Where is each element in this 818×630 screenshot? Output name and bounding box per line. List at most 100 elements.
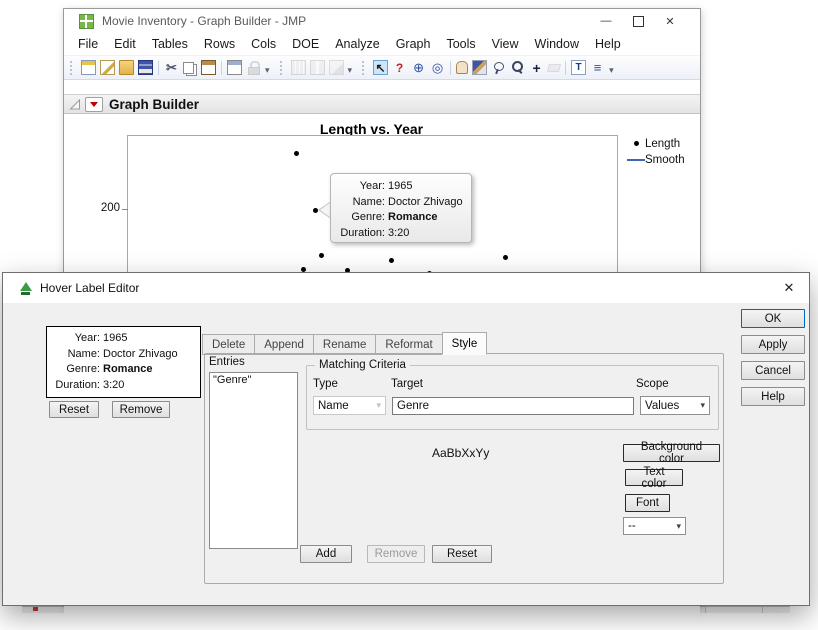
- cut-icon[interactable]: ✂: [164, 60, 179, 75]
- menu-analyze[interactable]: Analyze: [327, 35, 387, 53]
- red-triangle-icon: [90, 102, 98, 107]
- disclosure-triangle-icon[interactable]: [69, 98, 81, 111]
- journal-window-icon[interactable]: [227, 60, 242, 75]
- copy-icon[interactable]: [183, 62, 194, 74]
- hover-label-value: 1965: [103, 331, 200, 347]
- scope-dropdown[interactable]: Values▾: [640, 396, 710, 415]
- menu-rows[interactable]: Rows: [196, 35, 243, 53]
- new-journal-icon[interactable]: [100, 60, 115, 75]
- type-label: Type: [313, 378, 338, 390]
- type-dropdown[interactable]: Name▾: [313, 396, 386, 415]
- menu-view[interactable]: View: [484, 35, 527, 53]
- style-extra-dropdown[interactable]: --▾: [623, 517, 686, 535]
- mover-icon[interactable]: ⊕: [411, 60, 426, 75]
- paste-icon[interactable]: [201, 60, 216, 75]
- magnifier-icon[interactable]: [510, 60, 525, 75]
- menu-window[interactable]: Window: [527, 35, 587, 53]
- hover-label-row: Name:Doctor Zhivago: [331, 195, 471, 211]
- menu-bar: FileEditTablesRowsColsDOEAnalyzeGraphToo…: [64, 33, 700, 55]
- toolbar-overflow-icon[interactable]: ▾: [609, 65, 614, 75]
- hover-label-preview: Year:1965Name:Doctor ZhivagoGenre:Romanc…: [46, 326, 201, 398]
- save-icon[interactable]: [138, 60, 153, 75]
- background-color-button[interactable]: Background color: [623, 444, 720, 462]
- menu-graph[interactable]: Graph: [388, 35, 439, 53]
- toolbar-overflow-icon[interactable]: ▾: [265, 65, 270, 75]
- minimize-button[interactable]: —: [590, 9, 622, 33]
- legend-item-smooth: Smooth: [627, 152, 685, 167]
- maximize-button[interactable]: [622, 9, 654, 33]
- menu-doe[interactable]: DOE: [284, 35, 327, 53]
- target-input[interactable]: Genre: [392, 397, 634, 415]
- add-entry-button[interactable]: Add: [300, 545, 352, 563]
- toolbar-group: ▾: [278, 60, 355, 75]
- brush-icon[interactable]: [472, 60, 487, 75]
- arrow-cursor-icon[interactable]: ↖: [373, 60, 388, 75]
- style-tab-panel: Entries "Genre" Matching Criteria Type N…: [204, 353, 724, 584]
- eraser-icon[interactable]: [547, 64, 561, 72]
- remove-entry-button[interactable]: Remove: [367, 545, 425, 563]
- tab-style[interactable]: Style: [442, 332, 488, 355]
- preview-remove-button[interactable]: Remove: [112, 401, 170, 418]
- apply-button[interactable]: Apply: [741, 335, 805, 354]
- data-grid-icon[interactable]: [291, 60, 306, 75]
- lock-icon[interactable]: [246, 60, 261, 75]
- outline-header[interactable]: Graph Builder: [64, 94, 700, 114]
- new-data-table-icon[interactable]: [81, 60, 96, 75]
- help-button[interactable]: Help: [741, 387, 805, 406]
- hover-label-value: Doctor Zhivago: [388, 195, 471, 211]
- hover-label-value: 3:20: [103, 378, 200, 394]
- hover-label-value: 3:20: [388, 226, 471, 242]
- close-button[interactable]: ✕: [654, 9, 686, 33]
- hover-label-key: Duration:: [331, 226, 388, 242]
- tab-rename[interactable]: Rename: [313, 334, 375, 355]
- tab-append[interactable]: Append: [254, 334, 313, 355]
- legend-label: Smooth: [645, 154, 685, 166]
- tab-reformat[interactable]: Reformat: [375, 334, 441, 355]
- data-point[interactable]: [294, 151, 299, 156]
- hover-label-value: Romance: [388, 210, 471, 226]
- hover-label-value: Romance: [103, 362, 200, 378]
- menu-file[interactable]: File: [70, 35, 106, 53]
- data-point[interactable]: [319, 253, 324, 258]
- cancel-button[interactable]: Cancel: [741, 361, 805, 380]
- preview-reset-button[interactable]: Reset: [49, 401, 99, 418]
- menu-help[interactable]: Help: [587, 35, 629, 53]
- font-button[interactable]: Font: [625, 494, 670, 512]
- line-annotation-icon[interactable]: ≡: [590, 60, 605, 75]
- crosshair-target-icon[interactable]: ◎: [430, 60, 445, 75]
- toolbar-grip-handle[interactable]: [280, 61, 285, 75]
- outline-menu-button[interactable]: [85, 97, 103, 112]
- add-plus-icon[interactable]: +: [529, 60, 544, 75]
- move-columns-icon[interactable]: [310, 60, 325, 75]
- background-window-icon: [33, 607, 38, 611]
- matching-criteria-groupbox: Matching Criteria Type Name▾ Target Genr…: [306, 365, 719, 430]
- dialog-close-button[interactable]: ✕: [779, 279, 799, 297]
- legend-item-length: Length: [627, 136, 685, 151]
- hover-label-key: Genre:: [47, 362, 103, 378]
- reset-entry-button[interactable]: Reset: [432, 545, 492, 563]
- hover-label-value: Doctor Zhivago: [103, 347, 200, 363]
- hand-grab-icon[interactable]: [456, 61, 468, 74]
- jmp-logo-icon: [79, 14, 94, 29]
- text-annotation-icon[interactable]: T: [571, 60, 586, 75]
- data-point[interactable]: [503, 255, 508, 260]
- ok-button[interactable]: OK: [741, 309, 805, 328]
- menu-tools[interactable]: Tools: [438, 35, 483, 53]
- help-icon[interactable]: ?: [392, 60, 407, 75]
- lasso-icon[interactable]: [491, 60, 506, 75]
- add-graph-icon[interactable]: [329, 60, 344, 75]
- toolbar-overflow-icon[interactable]: ▾: [348, 65, 353, 75]
- tab-delete[interactable]: Delete: [202, 334, 254, 355]
- menu-cols[interactable]: Cols: [243, 35, 284, 53]
- list-item[interactable]: "Genre": [210, 373, 297, 387]
- hover-label-row: Duration:3:20: [331, 226, 471, 242]
- line-marker-icon: [627, 159, 645, 161]
- open-icon[interactable]: [119, 60, 134, 75]
- text-color-button[interactable]: Text color: [625, 469, 683, 486]
- menu-edit[interactable]: Edit: [106, 35, 144, 53]
- data-point[interactable]: [389, 258, 394, 263]
- menu-tables[interactable]: Tables: [144, 35, 196, 53]
- toolbar-grip-handle[interactable]: [70, 61, 75, 75]
- toolbar-grip-handle[interactable]: [362, 61, 367, 75]
- entries-listbox[interactable]: "Genre": [209, 372, 298, 549]
